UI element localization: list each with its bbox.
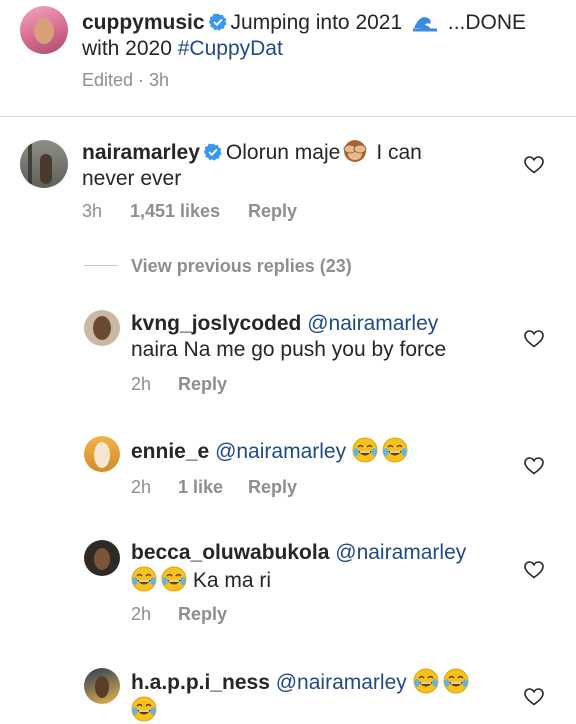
comment-text: naira Na me go push you by force — [131, 338, 447, 361]
caption-text-2: ...DONE — [447, 11, 527, 34]
comment-time: 2h — [131, 374, 152, 394]
post-caption: cuppymusic Jumping into 2021 ...DONE with… — [0, 0, 576, 116]
tears-of-joy-emoji — [412, 668, 439, 694]
divider — [0, 116, 576, 117]
tears-of-joy-emoji — [352, 437, 378, 463]
see-no-evil-monkey-emoji — [343, 140, 367, 162]
tears-of-joy-emoji — [442, 668, 469, 694]
wave-emoji — [413, 17, 438, 32]
avatar[interactable] — [20, 6, 68, 54]
heart-outline-icon[interactable] — [524, 156, 544, 174]
mention-link[interactable]: @nairamarley — [215, 440, 346, 463]
replies-line — [84, 265, 118, 266]
comment-time: 3h — [82, 201, 103, 221]
heart-outline-icon[interactable] — [524, 688, 544, 706]
view-previous-replies-button[interactable]: View previous replies (23) — [131, 256, 352, 277]
caption-text: Jumping into 2021 — [230, 11, 403, 34]
avatar[interactable] — [84, 310, 120, 346]
tears-of-joy-emoji — [131, 566, 157, 592]
avatar[interactable] — [84, 436, 120, 472]
comment-text-2: I can — [376, 141, 422, 164]
hashtag-link[interactable]: #CuppyDat — [178, 37, 283, 60]
tears-of-joy-emoji — [131, 696, 157, 722]
verified-badge-icon — [203, 143, 222, 161]
tears-of-joy-emoji — [161, 566, 187, 592]
verified-badge-icon — [208, 13, 227, 31]
like-count[interactable]: 1,451 likes — [130, 201, 220, 222]
comment-time: 2h — [131, 477, 152, 497]
reply-button[interactable]: Reply — [248, 201, 297, 222]
username[interactable]: ennie_e — [131, 440, 209, 463]
username[interactable]: becca_oluwabukola — [131, 541, 329, 564]
reply-button[interactable]: Reply — [178, 374, 227, 395]
avatar[interactable] — [84, 540, 120, 576]
avatar[interactable] — [20, 140, 68, 188]
reply-button[interactable]: Reply — [178, 604, 227, 625]
mention-link[interactable]: @nairamarley — [335, 541, 466, 564]
comment-text: Ka ma ri — [192, 569, 272, 592]
comment-time: 2h — [131, 604, 152, 624]
avatar[interactable] — [84, 668, 120, 704]
caption-text-3: with 2020 — [82, 37, 172, 60]
heart-outline-icon[interactable] — [524, 561, 544, 579]
username[interactable]: nairamarley — [82, 141, 200, 164]
comment-text: Olorun maje — [225, 141, 341, 164]
username[interactable]: cuppymusic — [82, 11, 205, 34]
tears-of-joy-emoji — [382, 437, 408, 463]
heart-outline-icon[interactable] — [524, 457, 544, 475]
heart-outline-icon[interactable] — [524, 330, 544, 348]
mention-link[interactable]: @nairamarley — [276, 671, 407, 694]
username[interactable]: kvng_joslycoded — [131, 312, 301, 335]
mention-link[interactable]: @nairamarley — [307, 312, 438, 335]
like-count[interactable]: 1 like — [178, 477, 223, 498]
comment-text-3: never ever — [82, 167, 182, 190]
username[interactable]: h.a.p.p.i_ness — [131, 671, 270, 694]
reply-button[interactable]: Reply — [248, 477, 297, 498]
caption-meta: Edited · 3h — [82, 70, 170, 90]
